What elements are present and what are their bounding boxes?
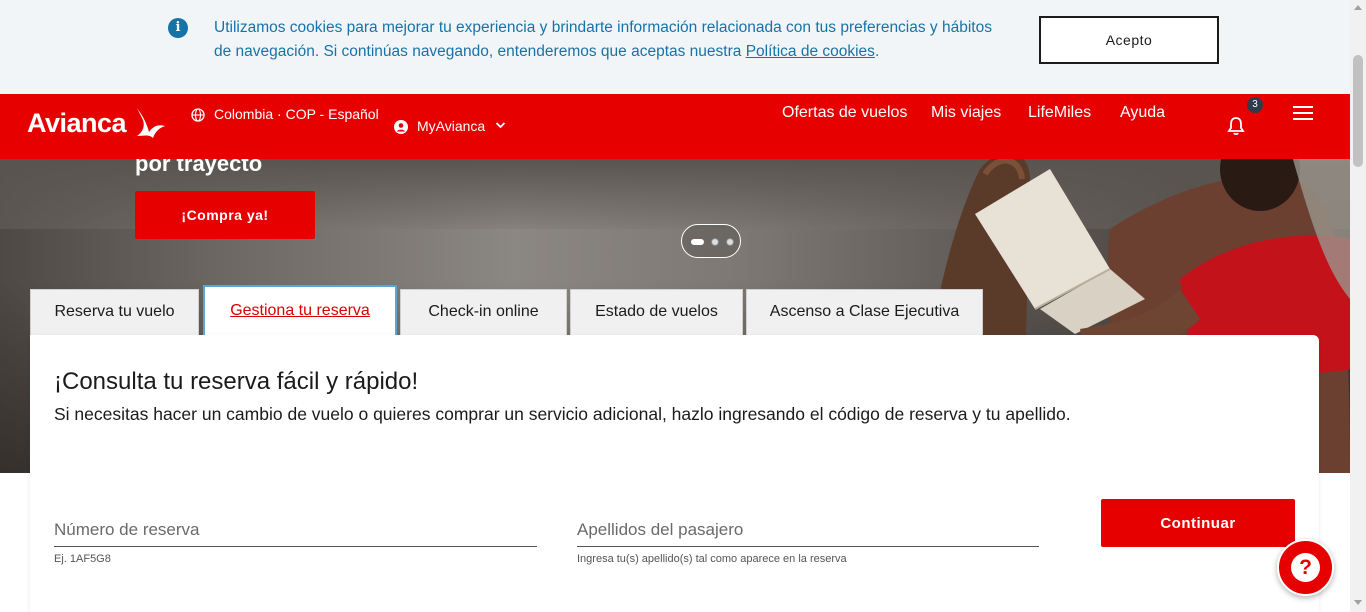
scroll-up-arrow-icon[interactable] (1354, 5, 1362, 10)
panel-description: Si necesitas hacer un cambio de vuelo o … (54, 404, 1071, 424)
nav-mis-viajes[interactable]: Mis viajes (931, 104, 1001, 122)
hero-heading: por trayecto (135, 159, 263, 176)
cookie-policy-link[interactable]: Política de cookies (746, 43, 875, 60)
notification-count-badge: 3 (1247, 97, 1263, 113)
tab-check-in-online[interactable]: Check-in online (400, 289, 567, 335)
carousel-dot-2[interactable] (711, 238, 719, 246)
scrollbar-thumb[interactable] (1353, 55, 1363, 167)
booking-number-hint: Ej. 1AF5G8 (54, 553, 111, 565)
carousel-indicator (681, 224, 741, 258)
chevron-down-icon[interactable] (495, 121, 506, 129)
main-header: Avianca Colombia · COP - Español MyAvian… (0, 94, 1350, 159)
question-mark-icon: ? (1291, 553, 1320, 582)
info-icon: i (168, 18, 188, 38)
tab-estado-de-vuelos[interactable]: Estado de vuelos (570, 289, 743, 335)
globe-icon (191, 108, 205, 122)
avianca-bird-logo-icon (137, 108, 165, 138)
region-selector[interactable]: Colombia · COP - Español (214, 106, 379, 122)
nav-ayuda[interactable]: Ayuda (1120, 104, 1165, 122)
nav-lifemiles[interactable]: LifeMiles (1028, 104, 1091, 122)
buy-now-button[interactable]: ¡Compra ya! (135, 191, 315, 239)
cookie-banner: i Utilizamos cookies para mejorar tu exp… (0, 0, 1350, 94)
carousel-dot-3[interactable] (726, 238, 734, 246)
surname-hint: Ingresa tu(s) apellido(s) tal como apare… (577, 553, 847, 565)
tab-reserva-tu-vuelo[interactable]: Reserva tu vuelo (30, 289, 199, 335)
carousel-dot-1[interactable] (691, 239, 704, 245)
surname-input[interactable] (577, 515, 1039, 545)
scroll-down-arrow-icon[interactable] (1354, 600, 1362, 605)
nav-ofertas-de-vuelos[interactable]: Ofertas de vuelos (782, 104, 907, 122)
myavianca-menu[interactable]: MyAvianca (417, 118, 485, 134)
booking-number-field (54, 515, 537, 547)
tab-ascenso-clase-ejecutiva[interactable]: Ascenso a Clase Ejecutiva (746, 289, 983, 335)
manage-booking-panel: ¡Consulta tu reserva fácil y rápido! Si … (30, 335, 1319, 612)
panel-title: ¡Consulta tu reserva fácil y rápido! (54, 368, 419, 395)
tab-gestiona-tu-reserva[interactable]: Gestiona tu reserva (203, 285, 397, 335)
avianca-logo[interactable]: Avianca (27, 108, 127, 139)
cookie-text-end: . (874, 43, 880, 60)
hamburger-menu-icon[interactable] (1293, 106, 1313, 120)
bell-icon[interactable] (1227, 116, 1245, 136)
surname-field (577, 515, 1039, 547)
help-chat-button[interactable]: ? (1277, 539, 1334, 596)
user-icon (394, 120, 408, 134)
continue-button[interactable]: Continuar (1101, 499, 1295, 547)
page-scrollbar[interactable] (1350, 0, 1366, 612)
accept-cookies-button[interactable]: Acepto (1039, 16, 1219, 64)
cookie-message: Utilizamos cookies para mejorar tu exper… (214, 16, 1004, 64)
booking-number-input[interactable] (54, 515, 537, 545)
